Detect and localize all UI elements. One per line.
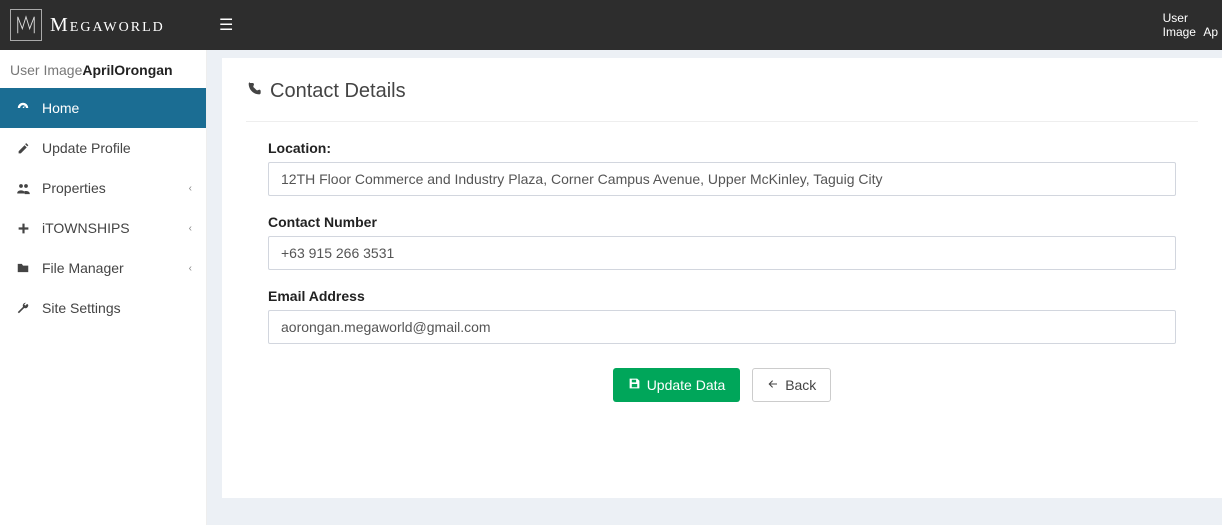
brand-name: Megaworld — [50, 14, 165, 37]
sidebar-user-image-label: User Image — [10, 62, 82, 78]
wrench-icon — [14, 301, 32, 315]
sidebar-item-properties[interactable]: Properties‹ — [0, 168, 206, 208]
sidebar-item-home[interactable]: Home — [0, 88, 206, 128]
sidebar-item-label: Home — [42, 100, 192, 116]
plus-icon — [14, 222, 32, 235]
brand-logo-icon — [10, 9, 42, 41]
phone-input[interactable] — [268, 236, 1176, 270]
people-icon — [14, 181, 32, 196]
sidebar: User ImageAprilOrongan Home Update Profil… — [0, 50, 207, 525]
content-panel: Contact Details Location: Contact Number… — [222, 58, 1222, 498]
sidebar-item-label: Update Profile — [42, 140, 192, 156]
update-data-button[interactable]: Update Data — [613, 368, 741, 402]
email-input[interactable] — [268, 310, 1176, 344]
topbar: Megaworld ☰ User Image Ap — [0, 0, 1222, 50]
sidebar-item-label: Properties — [42, 180, 189, 196]
update-data-label: Update Data — [647, 377, 726, 393]
menu-toggle-icon[interactable]: ☰ — [219, 15, 233, 35]
sidebar-item-site-settings[interactable]: Site Settings — [0, 288, 206, 328]
chevron-left-icon: ‹ — [189, 183, 192, 194]
panel-title: Contact Details — [246, 80, 1198, 122]
panel-title-text: Contact Details — [270, 80, 406, 103]
sidebar-item-itownships[interactable]: iTOWNSHIPS‹ — [0, 208, 206, 248]
phone-icon — [246, 80, 262, 103]
back-button[interactable]: Back — [752, 368, 831, 402]
dashboard-icon — [14, 101, 32, 115]
location-input[interactable] — [268, 162, 1176, 196]
email-label: Email Address — [268, 288, 1176, 304]
contact-form: Location: Contact Number Email Address U… — [246, 122, 1198, 402]
save-icon — [628, 377, 641, 393]
topbar-user-block[interactable]: User Image Ap — [1163, 11, 1222, 39]
sidebar-menu: HomeUpdate ProfileProperties‹iTOWNSHIPS‹… — [0, 88, 206, 328]
pencil-icon — [14, 142, 32, 155]
chevron-left-icon: ‹ — [189, 263, 192, 274]
brand[interactable]: Megaworld — [0, 0, 207, 50]
chevron-left-icon: ‹ — [189, 223, 192, 234]
sidebar-user-name: AprilOrongan — [82, 62, 172, 78]
phone-label: Contact Number — [268, 214, 1176, 230]
sidebar-user-panel: User ImageAprilOrongan — [0, 50, 206, 88]
sidebar-item-update-profile[interactable]: Update Profile — [0, 128, 206, 168]
sidebar-item-label: File Manager — [42, 260, 189, 276]
form-group-email: Email Address — [268, 288, 1176, 344]
folder-icon — [14, 261, 32, 275]
sidebar-item-label: Site Settings — [42, 300, 192, 316]
back-label: Back — [785, 377, 816, 393]
form-group-phone: Contact Number — [268, 214, 1176, 270]
location-label: Location: — [268, 140, 1176, 156]
sidebar-item-label: iTOWNSHIPS — [42, 220, 189, 236]
topbar-user-short: Ap — [1203, 25, 1218, 39]
form-group-location: Location: — [268, 140, 1176, 196]
form-actions: Update Data Back — [268, 362, 1176, 402]
sidebar-item-file-manager[interactable]: File Manager‹ — [0, 248, 206, 288]
arrow-left-icon — [767, 377, 779, 393]
topbar-user-image-label: User Image — [1163, 11, 1196, 39]
